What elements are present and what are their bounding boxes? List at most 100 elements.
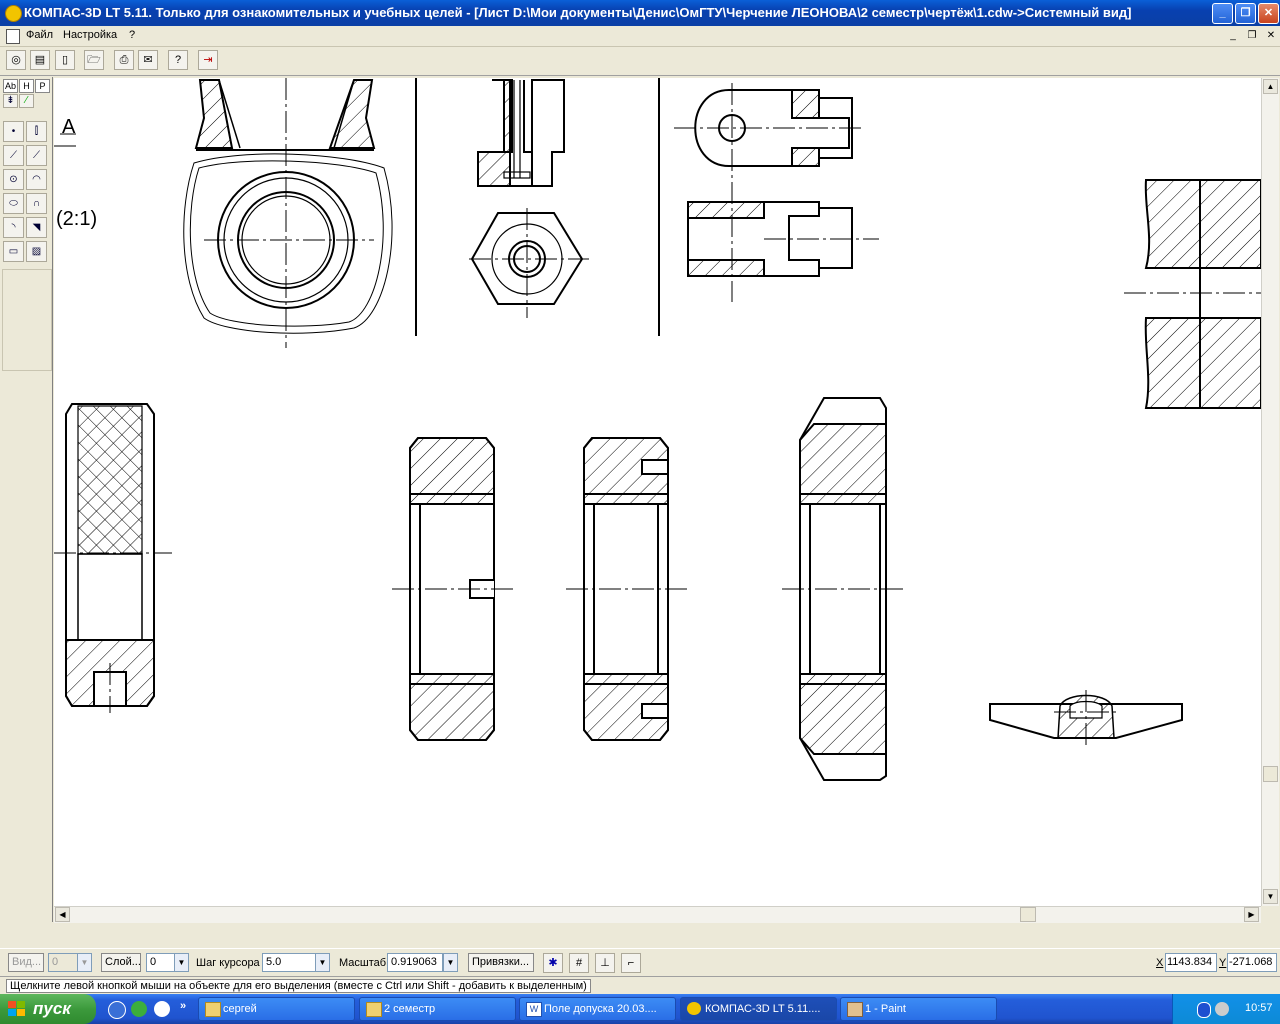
grid-icon[interactable]: # [569, 953, 589, 973]
context-help-icon[interactable]: ? [168, 50, 188, 70]
auxiliary-line-icon[interactable]: ⫿ [26, 121, 47, 142]
new-fragment-icon[interactable]: ▯ [55, 50, 75, 70]
new-sheet-icon[interactable]: ▤ [30, 50, 50, 70]
task-kompas[interactable]: КОМПАС-3D LT 5.11.... [680, 997, 837, 1021]
scroll-down-icon[interactable]: ▼ [1263, 889, 1278, 904]
task-folder-sergey[interactable]: сергей [198, 997, 355, 1021]
browser-icon[interactable] [131, 1001, 147, 1017]
right-partial-section [1124, 179, 1261, 409]
scale-dropdown-icon[interactable]: ▼ [443, 953, 458, 972]
maximize-button[interactable]: ❐ [1235, 3, 1256, 24]
layer-button[interactable]: Слой... [101, 953, 141, 972]
y-coordinate-label: Y [1219, 957, 1227, 969]
clock: 10:57 [1245, 1002, 1273, 1014]
snap-toggle-icon[interactable]: ✱ [543, 953, 563, 973]
title-bar: КОМПАС-3D LT 5.11. Только для ознакомите… [0, 0, 1280, 26]
scale-label: Масштаб [339, 957, 387, 969]
cursor-step-label: Шаг курсора [196, 957, 260, 969]
windows-flag-icon [8, 1001, 25, 1016]
panda-icon[interactable] [154, 1001, 170, 1017]
scroll-right-icon[interactable]: ▶ [1244, 907, 1259, 922]
menu-help[interactable]: ? [129, 29, 135, 41]
x-coordinate-field[interactable]: 1143.834 [1165, 953, 1217, 972]
layer-field[interactable]: 0 [146, 953, 176, 972]
task-label: КОМПАС-3D LT 5.11.... [705, 1003, 821, 1015]
scroll-up-icon[interactable]: ▲ [1263, 79, 1278, 94]
view-button[interactable]: Вид... [8, 953, 44, 972]
fork-view [674, 83, 879, 302]
palette-tab-edit[interactable]: ⇟ [3, 94, 18, 108]
paint-icon [847, 1002, 863, 1017]
taskbar: пуск » сергей 2 семестр W Поле допуска 2… [0, 994, 1280, 1024]
y-coordinate-field[interactable]: -271.068 [1227, 953, 1277, 972]
ellipse-icon[interactable]: ⬭ [3, 193, 24, 214]
vertical-scrollbar[interactable]: ▲ ▼ [1261, 78, 1279, 906]
task-word-document[interactable]: W Поле допуска 20.03.... [519, 997, 676, 1021]
rectangle-icon[interactable]: ▭ [3, 241, 24, 262]
ring-groove-view [392, 437, 514, 741]
palette-tab-text[interactable]: Ab [3, 79, 18, 93]
palette-tab-dimensions[interactable]: H [19, 79, 34, 93]
print-icon[interactable]: ✉ [138, 50, 158, 70]
mdi-minimize-button[interactable]: _ [1226, 29, 1240, 42]
bolt-nut-view [469, 79, 589, 318]
standard-toolbar: ◎ ▤ ▯ 🗁 ⎙ ✉ ? ⇥ [0, 47, 1280, 76]
hatch-icon[interactable]: ▨ [26, 241, 47, 262]
chamfered-ring-view [782, 397, 906, 781]
horizontal-scroll-thumb[interactable] [1020, 907, 1036, 922]
parallel-segment-icon[interactable]: ⟋ [26, 145, 47, 166]
volume-icon[interactable] [1215, 1002, 1229, 1016]
task-paint[interactable]: 1 - Paint [840, 997, 997, 1021]
segment-icon[interactable]: ⟋ [3, 145, 24, 166]
horizontal-scrollbar[interactable]: ◀ ▶ [54, 906, 1261, 923]
mdi-close-button[interactable]: ✕ [1264, 29, 1278, 42]
tool-palette: Ab H P ⇟ ⁄ • ⫿ ⟋ ⟋ ⊙ ◠ ⬭ ∩ ◝ ◥ ▭ ▨ [0, 77, 53, 922]
snaps-button[interactable]: Привязки... [468, 953, 534, 972]
menu-bar: Файл Настройка ? _ ❐ ✕ [0, 26, 1280, 47]
task-folder-semester[interactable]: 2 семестр [359, 997, 516, 1021]
task-label: сергей [223, 1003, 257, 1015]
point-icon[interactable]: • [3, 121, 24, 142]
layer-dropdown-icon[interactable]: ▼ [174, 953, 189, 972]
drawing-canvas[interactable]: A (2:1) [54, 78, 1261, 906]
scale-field[interactable]: 0.919063 [387, 953, 443, 972]
menu-file[interactable]: Файл [26, 29, 53, 41]
vertical-scroll-thumb[interactable] [1263, 766, 1278, 782]
task-label: 2 семестр [384, 1003, 436, 1015]
close-button[interactable]: ✕ [1258, 3, 1279, 24]
print-preview-icon[interactable]: ⎙ [114, 50, 134, 70]
circle-icon[interactable]: ⊙ [3, 169, 24, 190]
start-label: пуск [33, 999, 71, 1018]
document-icon[interactable] [6, 29, 20, 44]
new-model-icon[interactable]: ◎ [6, 50, 26, 70]
local-cs-icon[interactable]: ⊥ [595, 953, 615, 973]
exit-icon[interactable]: ⇥ [198, 50, 218, 70]
scroll-left-icon[interactable]: ◀ [55, 907, 70, 922]
cursor-step-field[interactable]: 5.0 [262, 953, 317, 972]
view-field[interactable]: 0 [48, 953, 78, 972]
more-quicklaunch-icon[interactable]: » [180, 1000, 186, 1012]
quicklaunch-app-icon[interactable] [108, 1001, 126, 1019]
view-scale-label: (2:1) [56, 208, 98, 230]
palette-tab-parameters[interactable]: P [35, 79, 50, 93]
x-coordinate-label: X [1156, 957, 1164, 969]
minimize-button[interactable]: _ [1212, 3, 1233, 24]
chamfer-icon[interactable]: ◥ [26, 217, 47, 238]
bluetooth-icon[interactable] [1197, 1002, 1211, 1018]
palette-tab-measure[interactable]: ⁄ [19, 94, 34, 108]
mdi-restore-button[interactable]: ❐ [1245, 29, 1259, 42]
cursor-step-dropdown-icon[interactable]: ▼ [315, 953, 330, 972]
view-dropdown-icon[interactable]: ▼ [77, 953, 92, 972]
start-button[interactable]: пуск [0, 994, 96, 1024]
bezier-icon[interactable]: ∩ [26, 193, 47, 214]
folder-icon [205, 1002, 221, 1017]
fillet-icon[interactable]: ◝ [3, 217, 24, 238]
knurled-part-view [54, 403, 172, 713]
kompas-app-icon[interactable] [5, 5, 22, 22]
task-label: Поле допуска 20.03.... [544, 1003, 657, 1015]
menu-settings[interactable]: Настройка [63, 29, 117, 41]
window-title: КОМПАС-3D LT 5.11. Только для ознакомите… [24, 5, 1132, 20]
arc-icon[interactable]: ◠ [26, 169, 47, 190]
open-folder-icon[interactable]: 🗁 [84, 50, 104, 70]
ortho-mode-icon[interactable]: ⌐ [621, 953, 641, 973]
